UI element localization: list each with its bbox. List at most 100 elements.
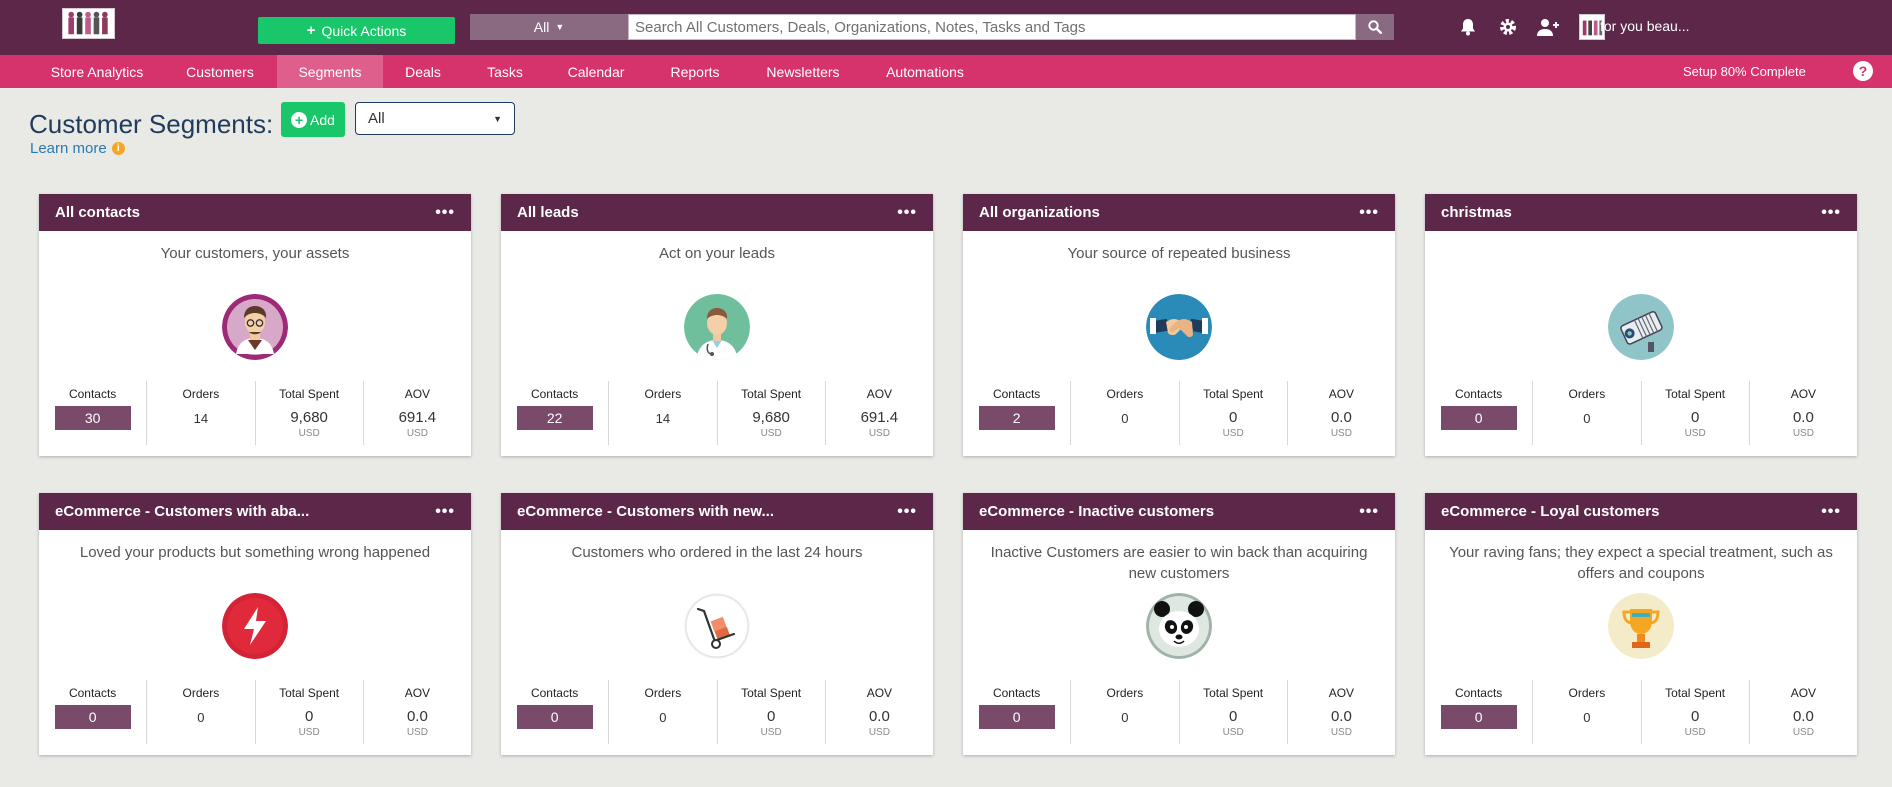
more-options-icon[interactable]: ••• <box>1359 503 1379 521</box>
segment-card[interactable]: eCommerce - Customers with aba... ••• Lo… <box>39 493 471 755</box>
stat-contacts: Contacts 0 <box>39 680 148 744</box>
stat-total-spent: Total Spent 0 USD <box>1180 381 1288 445</box>
segment-card[interactable]: All contacts ••• Your customers, your as… <box>39 194 471 456</box>
search-input[interactable] <box>628 14 1356 40</box>
contacts-count[interactable]: 30 <box>54 406 131 430</box>
search-button[interactable] <box>1356 14 1394 40</box>
stat-label: Orders <box>644 686 682 700</box>
stat-aov: AOV 0.0 USD <box>1288 680 1395 744</box>
segment-card[interactable]: eCommerce - Loyal customers ••• Your rav… <box>1425 493 1857 755</box>
contacts-count[interactable]: 0 <box>978 705 1055 729</box>
help-icon[interactable]: ? <box>1853 61 1873 81</box>
stat-orders: Orders 0 <box>1533 381 1642 445</box>
nav-segments[interactable]: Segments <box>277 55 383 88</box>
store-name[interactable]: for you beau... <box>1600 18 1690 34</box>
gear-icon[interactable] <box>1495 14 1521 40</box>
nav-calendar[interactable]: Calendar <box>558 55 634 88</box>
contacts-count[interactable]: 0 <box>516 705 593 729</box>
more-options-icon[interactable]: ••• <box>897 204 917 222</box>
contacts-count[interactable]: 0 <box>54 705 131 729</box>
add-user-icon[interactable] <box>1535 14 1561 40</box>
more-options-icon[interactable]: ••• <box>1821 503 1841 521</box>
stat-label: AOV <box>404 387 431 401</box>
stat-label: Total Spent <box>1203 387 1264 401</box>
segment-title[interactable]: eCommerce - Customers with new... <box>517 503 774 520</box>
segment-filter-select[interactable]: All ▼ <box>355 102 515 135</box>
segment-description: Loved your products but something wrong … <box>79 544 431 561</box>
more-options-icon[interactable]: ••• <box>435 503 455 521</box>
segment-title[interactable]: eCommerce - Inactive customers <box>979 503 1214 520</box>
store-logo[interactable] <box>62 8 115 39</box>
contacts-count[interactable]: 2 <box>978 406 1055 430</box>
aov-value: 691.4 <box>860 409 899 426</box>
trophy-icon <box>1608 593 1674 659</box>
total-spent-value: 9,680 <box>290 409 328 426</box>
segment-stats: Contacts 0 Orders 0 Total Spent 0 USD AO… <box>1425 680 1857 744</box>
stat-total-spent: Total Spent 9,680 USD <box>718 381 826 445</box>
contacts-count[interactable]: 0 <box>1440 406 1517 430</box>
more-options-icon[interactable]: ••• <box>897 503 917 521</box>
quick-actions-button[interactable]: + Quick Actions <box>258 17 455 44</box>
more-options-icon[interactable]: ••• <box>435 204 455 222</box>
more-options-icon[interactable]: ••• <box>1821 204 1841 222</box>
caret-down-icon: ▼ <box>555 22 565 32</box>
stat-label: Orders <box>1106 387 1144 401</box>
segment-card[interactable]: All leads ••• Act on your leads Contacts… <box>501 194 933 456</box>
segment-title[interactable]: All contacts <box>55 204 140 221</box>
stat-contacts: Contacts 0 <box>1425 680 1534 744</box>
contacts-count[interactable]: 22 <box>516 406 593 430</box>
nav-deals[interactable]: Deals <box>395 55 451 88</box>
stat-label: AOV <box>1328 686 1355 700</box>
man-avatar-icon <box>222 294 288 360</box>
more-options-icon[interactable]: ••• <box>1359 204 1379 222</box>
orders-count: 14 <box>193 411 209 426</box>
stat-label: Orders <box>1568 686 1606 700</box>
segment-card[interactable]: All organizations ••• Your source of rep… <box>963 194 1395 456</box>
doctor-avatar-icon <box>684 294 750 360</box>
segment-description: Act on your leads <box>659 245 775 262</box>
stat-orders: Orders 14 <box>609 381 718 445</box>
orders-count: 0 <box>1121 710 1129 725</box>
currency-unit: USD <box>406 727 428 738</box>
learn-more-link[interactable]: Learn more i <box>30 140 125 157</box>
segment-title[interactable]: christmas <box>1441 204 1512 221</box>
segment-card[interactable]: eCommerce - Inactive customers ••• Inact… <box>963 493 1395 755</box>
segment-title[interactable]: All leads <box>517 204 579 221</box>
segment-description: Your customers, your assets <box>160 245 350 262</box>
stat-total-spent: Total Spent 0 USD <box>1180 680 1288 744</box>
segment-card-header: All organizations ••• <box>963 194 1395 231</box>
nav-store-analytics[interactable]: Store Analytics <box>36 55 158 88</box>
segment-card[interactable]: eCommerce - Customers with new... ••• Cu… <box>501 493 933 755</box>
currency-unit: USD <box>1222 727 1244 738</box>
stat-label: AOV <box>866 686 893 700</box>
orders-count: 0 <box>659 710 667 725</box>
quick-actions-label: Quick Actions <box>321 22 407 39</box>
orders-count: 0 <box>1583 411 1591 426</box>
stat-label: Contacts <box>68 686 117 700</box>
contacts-count[interactable]: 0 <box>1440 705 1517 729</box>
bell-icon[interactable] <box>1455 14 1481 40</box>
setup-progress-link[interactable]: Setup 80% Complete <box>1683 64 1806 79</box>
segment-description: Your source of repeated business <box>1067 245 1291 262</box>
aov-value: 0.0 <box>1330 409 1352 426</box>
add-segment-button[interactable]: + Add <box>281 102 345 137</box>
segment-stats: Contacts 2 Orders 0 Total Spent 0 USD AO… <box>963 381 1395 445</box>
nav-reports[interactable]: Reports <box>660 55 730 88</box>
search-filter-dropdown[interactable]: All ▼ <box>470 14 628 40</box>
currency-unit: USD <box>1222 428 1244 439</box>
segment-description: Inactive Customers are easier to win bac… <box>990 544 1368 582</box>
stat-orders: Orders 0 <box>1071 381 1180 445</box>
nav-newsletters[interactable]: Newsletters <box>756 55 850 88</box>
stat-label: Total Spent <box>279 387 340 401</box>
nav-automations[interactable]: Automations <box>878 55 972 88</box>
nav-tasks[interactable]: Tasks <box>478 55 532 88</box>
stat-contacts: Contacts 22 <box>501 381 610 445</box>
segment-stats: Contacts 22 Orders 14 Total Spent 9,680 … <box>501 381 933 445</box>
segment-title[interactable]: All organizations <box>979 204 1100 221</box>
currency-unit: USD <box>298 727 320 738</box>
segment-card[interactable]: christmas ••• Contacts 0 Orders 0 Total … <box>1425 194 1857 456</box>
segment-title[interactable]: eCommerce - Loyal customers <box>1441 503 1659 520</box>
nav-customers[interactable]: Customers <box>174 55 266 88</box>
orders-count: 0 <box>1121 411 1129 426</box>
segment-title[interactable]: eCommerce - Customers with aba... <box>55 503 309 520</box>
